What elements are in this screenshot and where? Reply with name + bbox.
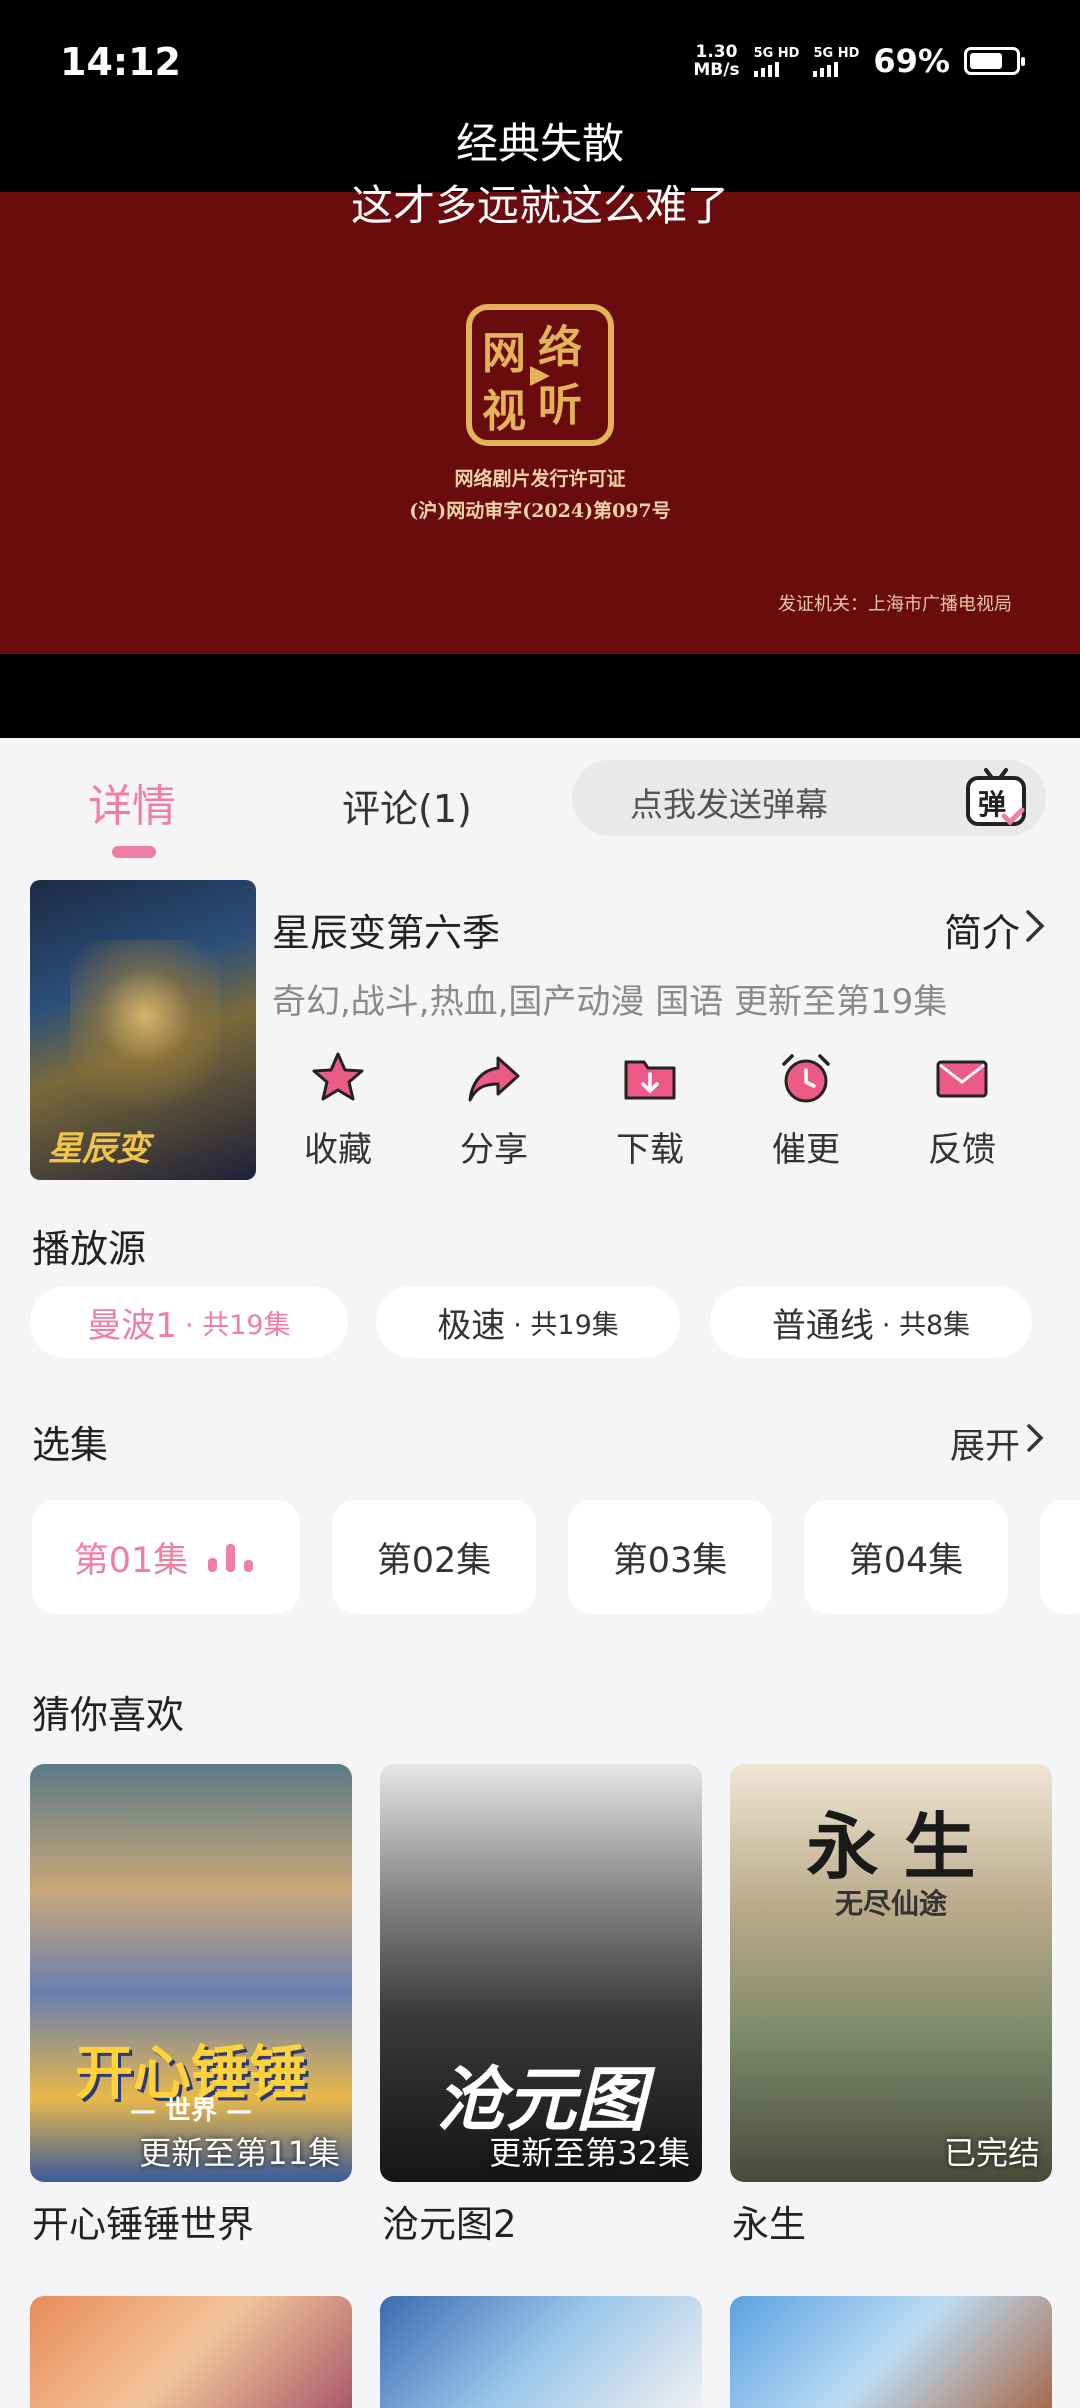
show-title: 星辰变第六季 [272, 911, 501, 955]
subtitle-line: 这才多远就这么难了 [350, 181, 729, 230]
svg-text:听: 听 [538, 380, 582, 431]
mail-icon [936, 1060, 988, 1098]
show-poster[interactable]: 星辰变 [30, 880, 256, 1180]
svg-text:网: 网 [482, 328, 526, 379]
recommend-card[interactable]: 沧元图 更新至第32集 [380, 1764, 702, 2182]
episode-item-03[interactable]: 第03集 [568, 1500, 772, 1614]
download-button[interactable]: 下载 [580, 1040, 720, 1171]
svg-text:络: 络 [538, 322, 582, 373]
battery-icon [964, 47, 1025, 75]
poster-title: 星辰变 [48, 1129, 150, 1169]
update-badge: 已完结 [943, 2134, 1040, 2172]
favorite-button[interactable]: 收藏 [268, 1040, 408, 1171]
download-folder-icon [624, 1060, 676, 1100]
playing-indicator-icon [208, 1542, 258, 1572]
source-pill-manbo1[interactable]: 曼波1 · 共19集 [30, 1286, 348, 1358]
intro-button[interactable]: 简介 [944, 902, 1020, 957]
danmaku-placeholder: 点我发送弹幕 [630, 785, 828, 824]
share-icon [468, 1056, 520, 1102]
recommend-card[interactable]: 开心锤锤 — 世界 — 更新至第11集 [30, 1764, 352, 2182]
star-icon [312, 1052, 364, 1101]
danmaku-icon[interactable]: 弹 [964, 766, 1028, 830]
section-heading-episodes: 选集 [32, 1423, 109, 1467]
section-heading-recommend: 猜你喜欢 [32, 1693, 185, 1737]
episode-item-02[interactable]: 第02集 [332, 1500, 536, 1614]
recommend-card[interactable] [30, 2296, 352, 2408]
alarm-clock-icon [782, 1054, 830, 1103]
danmaku-input[interactable]: 点我发送弹幕 弹 [572, 760, 1046, 836]
share-button[interactable]: 分享 [424, 1040, 564, 1171]
tab-comment[interactable]: 评论(1) [342, 778, 472, 833]
episode-item-01[interactable]: 第01集 [32, 1500, 300, 1614]
episode-item-partial[interactable] [1040, 1500, 1080, 1614]
license-title: 网络剧片发行许可证 [454, 468, 626, 490]
status-bar: 14:12 1.30 MB/s 5G HD 5G HD 69% [0, 0, 1080, 120]
detail-tab-bar: 详情 评论(1) 点我发送弹幕 弹 [0, 738, 1080, 858]
status-time: 14:12 [60, 40, 181, 84]
urge-update-button[interactable]: 催更 [736, 1040, 876, 1171]
subtitle-line: 经典失散 [455, 119, 624, 168]
episode-item-04[interactable]: 第04集 [804, 1500, 1008, 1614]
recommend-title[interactable]: 开心锤锤世界 [32, 2194, 254, 2248]
action-row: 收藏 分享 下载 催更 反馈 [268, 1040, 1058, 1180]
battery-percent: 69% [873, 42, 950, 80]
video-frame[interactable]: 网 络 视 听 网络剧片发行许可证 (沪)网动审字(2024)第097号 发证机… [0, 192, 1080, 654]
seal-logo: 网 络 视 听 [466, 304, 614, 446]
license-issuer: 发证机关：上海市广播电视局 [778, 594, 1012, 615]
signal-icon: 5G HD [813, 46, 859, 77]
chevron-right-icon[interactable] [1022, 908, 1050, 944]
network-speed: 1.30 MB/s [693, 42, 740, 80]
expand-episodes-button[interactable]: 展开 [950, 1418, 1020, 1469]
status-indicators: 1.30 MB/s 5G HD 5G HD 69% [693, 42, 1025, 80]
feedback-button[interactable]: 反馈 [892, 1040, 1032, 1171]
license-number: (沪)网动审字(2024)第097号 [409, 500, 671, 522]
section-heading-sources: 播放源 [32, 1227, 147, 1271]
signal-icon: 5G HD [753, 46, 799, 77]
recommend-title[interactable]: 沧元图2 [382, 2194, 517, 2248]
svg-text:视: 视 [482, 386, 526, 437]
active-tab-indicator [112, 846, 156, 858]
show-tags: 奇幻,战斗,热血,国产动漫 国语 更新至第19集 [272, 982, 948, 1022]
recommend-title[interactable]: 永生 [732, 2194, 806, 2248]
recommend-card[interactable] [380, 2296, 702, 2408]
chevron-right-icon[interactable] [1024, 1422, 1048, 1454]
source-pill-putong[interactable]: 普通线 · 共8集 [710, 1286, 1032, 1358]
recommend-card[interactable]: 永 生 无尽仙途 已完结 [730, 1764, 1052, 2182]
source-pill-jisu[interactable]: 极速 · 共19集 [376, 1286, 680, 1358]
tab-detail[interactable]: 详情 [88, 770, 176, 834]
recommend-card[interactable] [730, 2296, 1052, 2408]
update-badge: 更新至第11集 [139, 2134, 340, 2172]
update-badge: 更新至第32集 [489, 2134, 690, 2172]
